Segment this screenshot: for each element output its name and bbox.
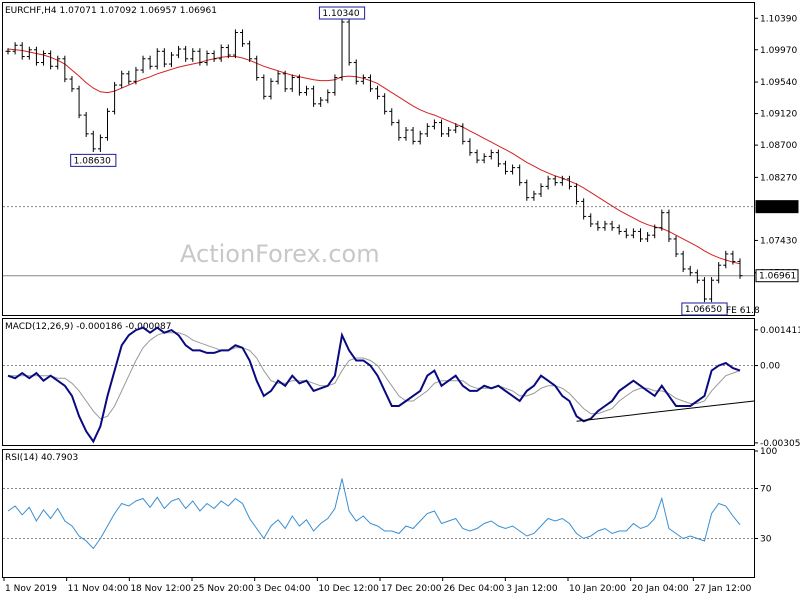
level-label-0: 1.07880 (759, 203, 796, 213)
price-tick-label: 1.10390 (760, 14, 797, 24)
price-tick-label: 1.08270 (760, 173, 797, 183)
price-tick-label: 1.07430 (760, 236, 797, 246)
time-tick-label: 26 Dec 04:00 (444, 584, 505, 594)
price-tick-label: 1.09970 (760, 46, 797, 56)
macd-tick-label: 0.00 (760, 362, 780, 372)
time-tick-label: 27 Jan 12:00 (694, 584, 751, 594)
rsi-tick-label: 70 (760, 485, 772, 495)
time-tick-label: 25 Nov 20:00 (193, 584, 254, 594)
price-tick-label: 1.08700 (760, 141, 797, 151)
annotation-label-0: 1.10340 (322, 9, 359, 19)
annotation-label-1: 1.08630 (74, 156, 111, 166)
price-header: EURCHF,H4 1.07071 1.07092 1.06957 1.0696… (5, 6, 217, 16)
time-tick-label: 10 Jan 20:00 (569, 584, 626, 594)
annotation-label-2: 1.06650 (685, 305, 722, 315)
level-label-1: 1.06961 (759, 272, 796, 282)
rsi-header: RSI(14) 40.7903 (5, 453, 78, 463)
time-tick-label: 18 Nov 12:00 (130, 584, 191, 594)
time-tick-label: 11 Nov 04:00 (68, 584, 129, 594)
forex-chart: ActionForex.com EURCHF,H4 1.07071 1.0709… (0, 0, 800, 600)
annotation-fe-label: FE 61.8 (726, 306, 760, 316)
time-tick-label: 10 Dec 12:00 (318, 584, 379, 594)
price-tick-label: 1.09540 (760, 78, 797, 88)
time-tick-label: 17 Dec 20:00 (381, 584, 442, 594)
macd-tick-label: 0.001411 (760, 326, 800, 336)
price-y-axis: 1.10390 1.09970 1.09540 1.09120 1.08700 1.082… (754, 14, 799, 283)
watermark: ActionForex.com (180, 240, 380, 268)
price-tick-label: 1.09120 (760, 110, 797, 120)
rsi-tick-label: 30 (760, 535, 772, 545)
time-tick-label: 20 Jan 04:00 (632, 584, 689, 594)
time-tick-label: 3 Jan 12:00 (506, 584, 558, 594)
time-tick-label: 3 Dec 04:00 (256, 584, 311, 594)
rsi-tick-label: 100 (760, 447, 777, 457)
time-tick-label: 1 Nov 2019 (5, 584, 57, 594)
chart-background (0, 0, 800, 600)
